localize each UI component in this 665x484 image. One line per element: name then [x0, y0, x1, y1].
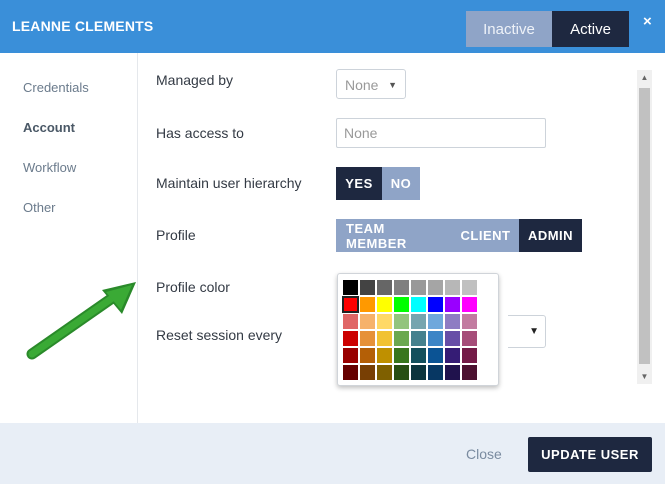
color-swatch[interactable]	[411, 297, 426, 312]
color-swatch[interactable]	[462, 314, 477, 329]
color-swatch[interactable]	[377, 280, 392, 295]
color-swatch[interactable]	[360, 331, 375, 346]
has-access-input[interactable]	[336, 118, 546, 148]
color-swatch[interactable]	[394, 331, 409, 346]
profile-team-member-button[interactable]: TEAM MEMBER	[336, 219, 452, 252]
profile-admin-button[interactable]: ADMIN	[519, 219, 582, 252]
color-swatch[interactable]	[445, 297, 460, 312]
reset-session-select[interactable]: ▼	[508, 315, 546, 348]
color-swatch[interactable]	[462, 297, 477, 312]
reset-session-label: Reset session every	[156, 327, 283, 343]
green-arrow-icon	[26, 282, 136, 360]
account-form: Managed by None ▼ Has access to Maintain…	[138, 53, 665, 423]
palette-row	[343, 280, 498, 295]
managed-by-select[interactable]: None ▼	[336, 69, 406, 99]
status-toggle: Inactive Active	[466, 11, 629, 47]
color-swatch[interactable]	[411, 331, 426, 346]
color-swatch[interactable]	[462, 331, 477, 346]
color-swatch[interactable]	[445, 331, 460, 346]
color-swatch[interactable]	[462, 280, 477, 295]
palette-row	[343, 314, 498, 329]
color-swatch[interactable]	[377, 314, 392, 329]
color-swatch[interactable]	[411, 314, 426, 329]
color-swatch[interactable]	[394, 365, 409, 380]
hierarchy-label: Maintain user hierarchy	[156, 175, 302, 191]
color-swatch[interactable]	[343, 314, 358, 329]
color-swatch[interactable]	[360, 314, 375, 329]
color-swatch[interactable]	[428, 348, 443, 363]
scroll-up-icon[interactable]: ▲	[637, 70, 652, 85]
color-swatch[interactable]	[428, 280, 443, 295]
has-access-label: Has access to	[156, 125, 244, 141]
scroll-thumb[interactable]	[639, 88, 650, 364]
color-swatch[interactable]	[343, 280, 358, 295]
color-swatch[interactable]	[377, 297, 392, 312]
hierarchy-toggle: YES NO	[336, 167, 420, 200]
close-button[interactable]: Close	[466, 446, 502, 462]
color-swatch[interactable]	[428, 331, 443, 346]
dialog-footer: Close UPDATE USER	[0, 423, 665, 484]
sidebar-item-other[interactable]: Other	[23, 200, 56, 215]
color-swatch[interactable]	[428, 297, 443, 312]
palette-row	[343, 331, 498, 346]
dialog-header: LEANNE CLEMENTS Inactive Active ×	[0, 0, 665, 53]
color-swatch[interactable]	[360, 348, 375, 363]
color-swatch[interactable]	[411, 280, 426, 295]
color-swatch[interactable]	[462, 365, 477, 380]
color-swatch[interactable]	[445, 280, 460, 295]
managed-by-label: Managed by	[156, 72, 234, 88]
color-swatch[interactable]	[360, 297, 375, 312]
color-swatch[interactable]	[360, 280, 375, 295]
color-swatch[interactable]	[377, 331, 392, 346]
color-swatch[interactable]	[360, 365, 375, 380]
palette-row	[342, 296, 498, 313]
color-swatch[interactable]	[462, 348, 477, 363]
scrollbar[interactable]: ▲ ▼	[637, 70, 652, 384]
profile-color-label: Profile color	[156, 279, 230, 295]
color-swatch[interactable]	[428, 365, 443, 380]
managed-by-value: None	[345, 77, 379, 93]
color-swatch[interactable]	[394, 314, 409, 329]
hierarchy-no-button[interactable]: NO	[382, 167, 420, 200]
user-name-title: LEANNE CLEMENTS	[12, 18, 154, 34]
profile-client-button[interactable]: CLIENT	[452, 219, 519, 252]
color-swatch[interactable]	[394, 297, 409, 312]
color-swatch[interactable]	[343, 348, 358, 363]
color-swatch[interactable]	[342, 296, 359, 313]
color-swatch[interactable]	[377, 348, 392, 363]
color-swatch[interactable]	[428, 314, 443, 329]
profile-selector: TEAM MEMBER CLIENT ADMIN	[336, 219, 582, 252]
sidebar-item-workflow[interactable]: Workflow	[23, 160, 76, 175]
chevron-down-icon: ▼	[388, 80, 397, 90]
palette-row	[343, 348, 498, 363]
update-user-button[interactable]: UPDATE USER	[528, 437, 652, 472]
scroll-down-icon[interactable]: ▼	[637, 369, 652, 384]
color-swatch[interactable]	[445, 365, 460, 380]
color-swatch[interactable]	[377, 365, 392, 380]
color-swatch[interactable]	[343, 331, 358, 346]
color-palette	[337, 273, 499, 386]
color-swatch[interactable]	[445, 348, 460, 363]
active-button[interactable]: Active	[552, 11, 629, 47]
palette-row	[343, 365, 498, 380]
color-swatch[interactable]	[411, 365, 426, 380]
profile-label: Profile	[156, 227, 196, 243]
color-swatch[interactable]	[394, 280, 409, 295]
color-swatch[interactable]	[343, 365, 358, 380]
chevron-down-icon: ▼	[529, 326, 539, 337]
color-swatch[interactable]	[394, 348, 409, 363]
close-icon[interactable]: ×	[643, 13, 652, 30]
sidebar-item-account[interactable]: Account	[23, 120, 75, 135]
sidebar-item-credentials[interactable]: Credentials	[23, 80, 89, 95]
color-swatch[interactable]	[445, 314, 460, 329]
color-swatch[interactable]	[411, 348, 426, 363]
hierarchy-yes-button[interactable]: YES	[336, 167, 382, 200]
inactive-button[interactable]: Inactive	[466, 11, 552, 47]
